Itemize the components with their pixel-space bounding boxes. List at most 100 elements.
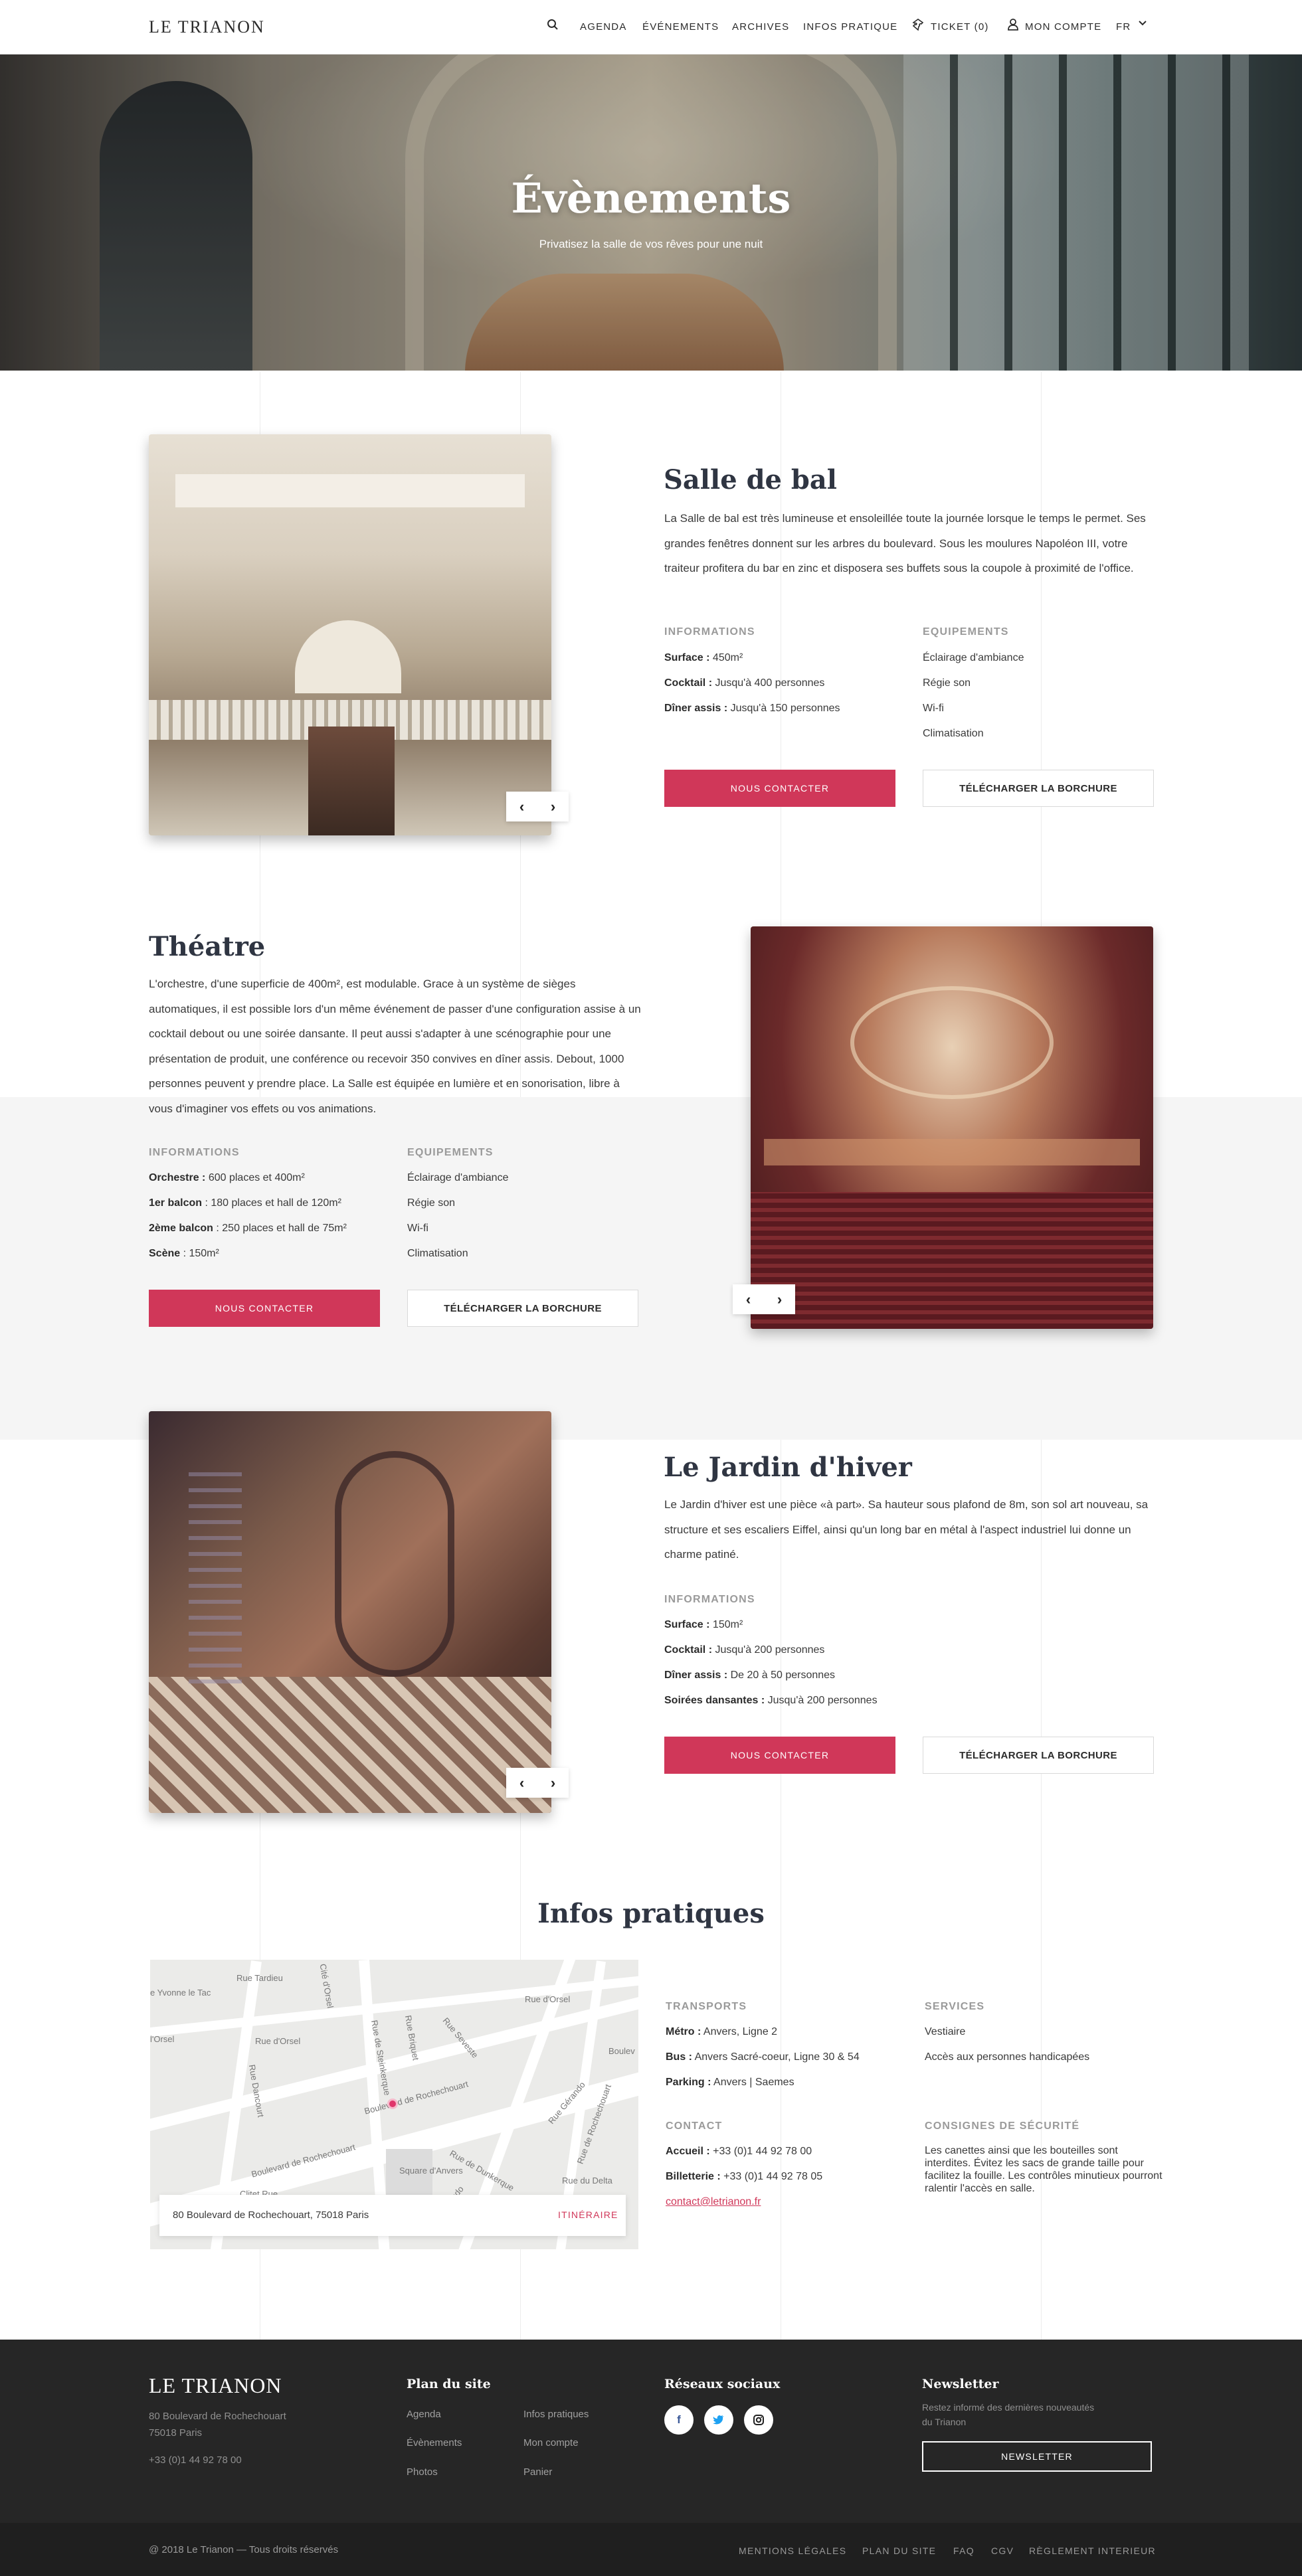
- itinerary-link[interactable]: ITINÉRAIRE: [558, 2209, 618, 2220]
- equip-item: Climatisation: [407, 1248, 468, 1259]
- footer-legal-cgv[interactable]: CGV: [991, 2545, 1014, 2556]
- slider-arrows: ‹ ›: [506, 792, 569, 821]
- info-label: INFORMATIONS: [149, 1147, 240, 1158]
- contact-row: Accueil : +33 (0)1 44 92 78 00: [666, 2146, 812, 2157]
- slider-arrows: ‹ ›: [506, 1768, 569, 1798]
- contact-row: Billetterie : +33 (0)1 44 92 78 05: [666, 2171, 823, 2182]
- hero-banner: Évènements Privatisez la salle de vos rê…: [0, 54, 1302, 371]
- map[interactable]: Rue Tardieu e Yvonne le Tac Cité d'Orsel…: [150, 1960, 638, 2249]
- equip-item: Éclairage d'ambiance: [923, 652, 1024, 663]
- equip-label: EQUIPEMENTS: [923, 626, 1009, 638]
- services-label: SERVICES: [925, 2001, 985, 2012]
- contact-button[interactable]: NOUS CONTACTER: [149, 1290, 380, 1327]
- security-label: CONSIGNES DE SÉCURITÉ: [925, 2120, 1080, 2132]
- street-label: Cité d'Orsel: [318, 1962, 336, 2010]
- street-label: e Yvonne le Tac: [150, 1988, 211, 1998]
- contact-button[interactable]: NOUS CONTACTER: [664, 770, 895, 807]
- street-label: Rue du Delta: [562, 2176, 612, 2186]
- metal-structure: [189, 1464, 242, 1683]
- section-description: Le Jardin d'hiver est une pièce «à part»…: [664, 1498, 1149, 1561]
- footer-link-agenda[interactable]: Agenda: [407, 2409, 441, 2420]
- tiled-floor: [149, 1677, 551, 1813]
- download-brochure-button[interactable]: TÉLÉCHARGER LA BORCHURE: [923, 1737, 1154, 1774]
- transports-label: TRANSPORTS: [666, 2001, 747, 2012]
- section-title: Le Jardin d'hiver: [664, 1452, 912, 1483]
- info-row: Surface : 450m²: [664, 652, 743, 663]
- footer-legal-plan[interactable]: PLAN DU SITE: [862, 2545, 936, 2556]
- footer-link-compte[interactable]: Mon compte: [523, 2437, 579, 2448]
- footer-legal-faq[interactable]: FAQ: [953, 2545, 975, 2556]
- footer-link-infos[interactable]: Infos pratiques: [523, 2409, 589, 2420]
- copyright: @ 2018 Le Trianon — Tous droits réservés: [149, 2544, 339, 2555]
- footer-address: 75018 Paris: [149, 2427, 203, 2439]
- download-brochure-button[interactable]: TÉLÉCHARGER LA BORCHURE: [923, 770, 1154, 807]
- footer-link-photos[interactable]: Photos: [407, 2466, 438, 2478]
- footer-legal-mentions[interactable]: MENTIONS LÉGALES: [739, 2545, 846, 2556]
- chevron-left-icon[interactable]: ‹: [506, 1768, 537, 1798]
- info-row: Cocktail : Jusqu'à 200 personnes: [664, 1644, 825, 1656]
- spiral-stair: [335, 1451, 454, 1677]
- footer-logo[interactable]: LE TRIANON: [149, 2373, 282, 2398]
- language-select[interactable]: FR: [1116, 21, 1131, 33]
- social-title: Réseaux sociaux: [664, 2377, 781, 2391]
- nav-evenements[interactable]: ÉVÉNEMENTS: [642, 21, 719, 33]
- equip-item: Wi-fi: [923, 703, 944, 714]
- equip-item: Wi-fi: [407, 1223, 428, 1234]
- nav-agenda[interactable]: AGENDA: [580, 21, 627, 33]
- footer-legal-reglement[interactable]: RÈGLEMENT INTERIEUR: [1029, 2545, 1156, 2556]
- chevron-right-icon[interactable]: ›: [537, 792, 569, 821]
- map-pin-icon[interactable]: [387, 2099, 398, 2109]
- footer-link-evenements[interactable]: Évènements: [407, 2437, 462, 2448]
- service-item: Vestiaire: [925, 2026, 966, 2037]
- transport-row: Métro : Anvers, Ligne 2: [666, 2026, 778, 2037]
- info-row: Surface : 150m²: [664, 1619, 743, 1630]
- nav-infos-pratique[interactable]: INFOS PRATIQUE: [803, 21, 897, 33]
- salle-de-bal-photo: [149, 434, 551, 835]
- equip-item: Éclairage d'ambiance: [407, 1172, 509, 1183]
- theatre-photo: [751, 926, 1153, 1329]
- footer-link-panier[interactable]: Panier: [523, 2466, 552, 2478]
- section-title: Salle de bal: [664, 464, 837, 495]
- newsletter-button[interactable]: NEWSLETTER: [922, 2441, 1152, 2472]
- street-label: l'Orsel: [150, 2034, 175, 2044]
- security-text: Les canettes ainsi que les bouteilles so…: [925, 2145, 1162, 2194]
- logo[interactable]: LE TRIANON: [149, 17, 265, 37]
- map-address-card: 80 Boulevard de Rochechouart, 75018 Pari…: [159, 2195, 626, 2236]
- newsletter-text: du Trianon: [922, 2417, 967, 2427]
- seats: [751, 1192, 1153, 1329]
- jardin-hiver-photo: [149, 1411, 551, 1813]
- facebook-icon[interactable]: f: [664, 2405, 694, 2435]
- street-label: Rue d'Orsel: [255, 2036, 301, 2046]
- instagram-icon[interactable]: [744, 2405, 773, 2435]
- plan-title: Plan du site: [407, 2377, 491, 2391]
- staircase: [308, 727, 395, 835]
- contact-label: CONTACT: [666, 2120, 723, 2132]
- balcony: [764, 1139, 1140, 1165]
- download-brochure-button[interactable]: TÉLÉCHARGER LA BORCHURE: [407, 1290, 638, 1327]
- info-row: 1er balcon : 180 places et hall de 120m²: [149, 1197, 341, 1209]
- contact-button[interactable]: NOUS CONTACTER: [664, 1737, 895, 1774]
- user-icon[interactable]: [1007, 18, 1019, 35]
- account-link[interactable]: MON COMPTE: [1025, 21, 1101, 33]
- email-link[interactable]: contact@letrianon.fr: [666, 2196, 761, 2208]
- chevron-left-icon[interactable]: ‹: [506, 792, 537, 821]
- nav-archives[interactable]: ARCHIVES: [732, 21, 789, 33]
- service-item: Accès aux personnes handicapées: [925, 2051, 1090, 2063]
- street-label: Rue Briquet: [403, 2014, 421, 2061]
- chevron-right-icon[interactable]: ›: [764, 1284, 795, 1314]
- search-icon[interactable]: [547, 19, 559, 34]
- transport-row: Bus : Anvers Sacré-coeur, Ligne 30 & 54: [666, 2051, 860, 2063]
- section-description: La Salle de bal est très lumineuse et en…: [664, 512, 1146, 574]
- twitter-icon[interactable]: [704, 2405, 733, 2435]
- ticket-icon[interactable]: [911, 18, 925, 35]
- chevron-right-icon[interactable]: ›: [537, 1768, 569, 1798]
- chevron-left-icon[interactable]: ‹: [733, 1284, 764, 1314]
- chevron-down-icon[interactable]: [1138, 17, 1147, 31]
- footer-phone: +33 (0)1 44 92 78 00: [149, 2454, 242, 2466]
- ceiling-dome: [850, 986, 1054, 1099]
- footer-address: 80 Boulevard de Rochechouart: [149, 2411, 286, 2422]
- street-label: Square d'Anvers: [399, 2166, 463, 2176]
- ticket-link[interactable]: TICKET (0): [931, 21, 989, 33]
- equip-label: EQUIPEMENTS: [407, 1147, 494, 1158]
- street-label: Rue Tardieu: [236, 1973, 283, 1983]
